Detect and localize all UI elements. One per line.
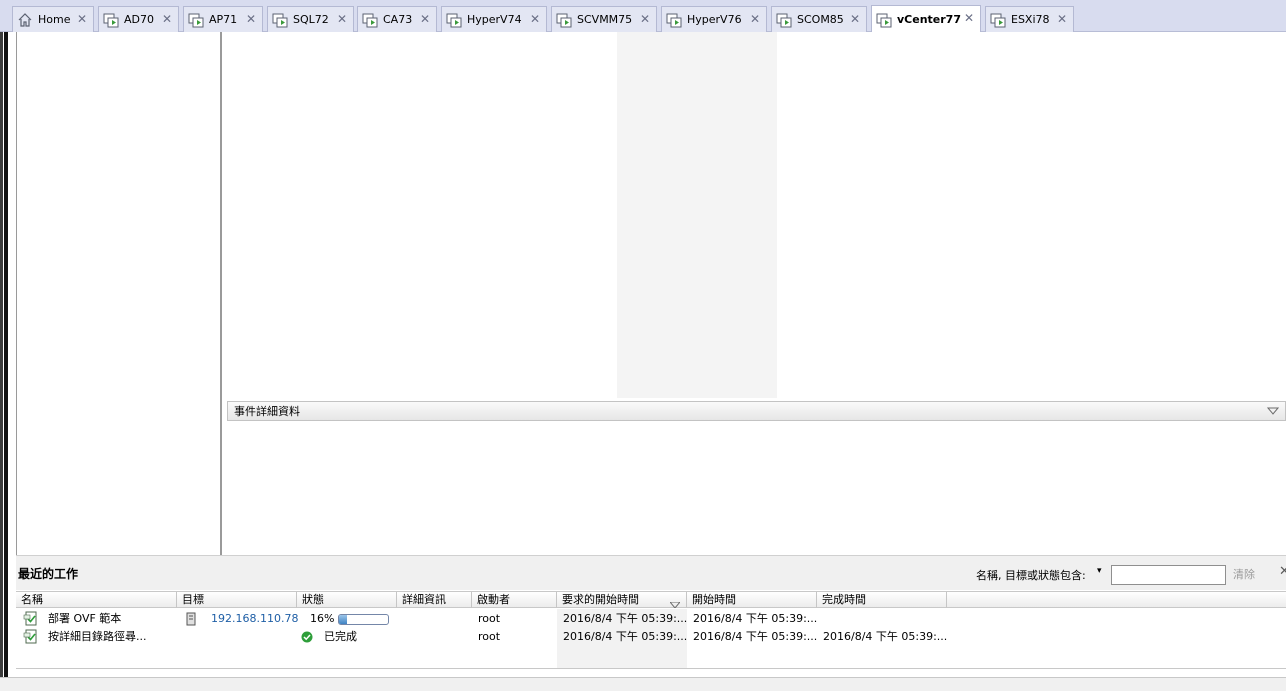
content-column bbox=[617, 32, 777, 398]
vm-console-icon bbox=[272, 12, 290, 28]
close-icon[interactable]: ✕ bbox=[750, 12, 760, 26]
task-initiator: root bbox=[478, 630, 501, 643]
tab-label: HyperV74 bbox=[467, 13, 522, 26]
task-start-time: 2016/8/4 下午 05:39:... bbox=[693, 630, 818, 643]
vm-console-icon bbox=[446, 12, 464, 28]
sort-descending-icon bbox=[668, 597, 682, 609]
close-icon[interactable]: ✕ bbox=[246, 12, 256, 26]
task-target-link[interactable]: 192.168.110.78 bbox=[211, 610, 298, 628]
tab-home[interactable]: Home ✕ bbox=[12, 6, 94, 32]
tab-sql72[interactable]: SQL72 ✕ bbox=[267, 6, 354, 32]
tab-scvmm75[interactable]: SCVMM75 ✕ bbox=[551, 6, 657, 32]
vm-console-icon bbox=[776, 12, 794, 28]
close-icon[interactable]: ✕ bbox=[850, 12, 860, 26]
vm-console-icon bbox=[556, 12, 574, 28]
tab-label: SQL72 bbox=[293, 13, 329, 26]
close-icon[interactable]: ✕ bbox=[162, 12, 172, 26]
task-requested-start: 2016/8/4 下午 05:39:... bbox=[563, 630, 688, 643]
status-bar bbox=[0, 677, 1286, 691]
task-progress-bar bbox=[338, 614, 389, 625]
recent-tasks-header: 最近的工作 名稱, 目標或狀態包含: ▾ 清除 ✕ bbox=[16, 555, 1286, 590]
filter-input[interactable] bbox=[1111, 565, 1226, 585]
table-row[interactable]: 按詳細目錄路徑尋... 已完成 root 2016/8/4 下午 05:39:.… bbox=[16, 628, 1286, 646]
column-header-details[interactable]: 詳細資訊 bbox=[397, 592, 472, 608]
tab-ad70[interactable]: AD70 ✕ bbox=[98, 6, 179, 32]
task-icon bbox=[23, 610, 39, 628]
recent-tasks-title: 最近的工作 bbox=[18, 567, 79, 581]
column-header-name[interactable]: 名稱 bbox=[16, 592, 177, 608]
vm-console-icon bbox=[103, 12, 121, 28]
tab-ca73[interactable]: CA73 ✕ bbox=[357, 6, 437, 32]
tab-esxi78[interactable]: ESXi78 ✕ bbox=[985, 6, 1074, 32]
vm-console-icon bbox=[362, 12, 380, 28]
tab-scom85[interactable]: SCOM85 ✕ bbox=[771, 6, 867, 32]
task-status: 已完成 bbox=[324, 630, 357, 643]
column-header-status[interactable]: 狀態 bbox=[297, 592, 397, 608]
inventory-nav-panel[interactable] bbox=[16, 32, 222, 555]
event-details-title: 事件詳細資料 bbox=[234, 405, 300, 418]
tab-label: AD70 bbox=[124, 13, 154, 26]
column-header-initiator[interactable]: 啟動者 bbox=[472, 592, 557, 608]
vm-console-icon bbox=[990, 12, 1008, 28]
task-initiator: root bbox=[478, 612, 501, 625]
tab-label: AP71 bbox=[209, 13, 238, 26]
tab-bar: Home ✕ AD70 ✕ AP71 ✕ SQL72 ✕ CA73 ✕ Hype… bbox=[0, 0, 1286, 33]
tab-hyperv76[interactable]: HyperV76 ✕ bbox=[661, 6, 767, 32]
tab-ap71[interactable]: AP71 ✕ bbox=[183, 6, 263, 32]
column-header-target[interactable]: 目標 bbox=[177, 592, 297, 608]
column-header-completed[interactable]: 完成時間 bbox=[817, 592, 947, 608]
task-requested-start: 2016/8/4 下午 05:39:... bbox=[563, 612, 688, 625]
close-icon[interactable]: ✕ bbox=[337, 12, 347, 26]
close-icon[interactable]: ✕ bbox=[640, 12, 650, 26]
panel-divider bbox=[16, 668, 1286, 669]
success-check-icon bbox=[301, 628, 313, 646]
vm-console-icon bbox=[876, 12, 894, 28]
window-edge-inner bbox=[4, 32, 8, 682]
tab-label: HyperV76 bbox=[687, 13, 742, 26]
recent-tasks-panel: 最近的工作 名稱, 目標或狀態包含: ▾ 清除 ✕ 名稱 目標 狀態 詳細資訊 … bbox=[16, 555, 1286, 677]
column-header-start[interactable]: 開始時間 bbox=[687, 592, 817, 608]
clear-button[interactable]: 清除 bbox=[1233, 566, 1255, 582]
task-name: 按詳細目錄路徑尋... bbox=[48, 630, 147, 643]
close-icon[interactable]: ✕ bbox=[1279, 564, 1286, 579]
task-icon bbox=[23, 628, 39, 646]
tab-label: SCVMM75 bbox=[577, 13, 633, 26]
progress-fill bbox=[339, 615, 347, 624]
home-icon bbox=[17, 12, 35, 28]
tab-label: CA73 bbox=[383, 13, 413, 26]
vm-console-icon bbox=[666, 12, 684, 28]
tab-label: SCOM85 bbox=[797, 13, 844, 26]
close-icon[interactable]: ✕ bbox=[420, 12, 430, 26]
column-header-label: 要求的開始時間 bbox=[562, 593, 639, 606]
vm-console-icon bbox=[188, 12, 206, 28]
close-icon[interactable]: ✕ bbox=[530, 12, 540, 26]
close-icon[interactable]: ✕ bbox=[964, 11, 974, 25]
tasks-grid-header: 名稱 目標 狀態 詳細資訊 啟動者 要求的開始時間 開始時間 完成時間 bbox=[16, 591, 1286, 609]
tab-label: Home bbox=[38, 13, 71, 26]
close-icon[interactable]: ✕ bbox=[1057, 12, 1067, 26]
event-details-header[interactable]: 事件詳細資料 bbox=[227, 401, 1286, 421]
host-icon bbox=[186, 610, 196, 628]
filter-label: 名稱, 目標或狀態包含: bbox=[976, 569, 1086, 582]
column-header-requested-start[interactable]: 要求的開始時間 bbox=[557, 592, 687, 609]
tab-label: vCenter77 bbox=[897, 13, 961, 26]
tab-vcenter77[interactable]: vCenter77 ✕ bbox=[871, 5, 981, 33]
tab-hyperv74[interactable]: HyperV74 ✕ bbox=[441, 6, 547, 32]
table-row[interactable]: 部署 OVF 範本 192.168.110.78 16% root 2016/8… bbox=[16, 610, 1286, 628]
window-edge bbox=[0, 32, 3, 682]
tab-label: ESXi78 bbox=[1011, 13, 1050, 26]
main-content-area bbox=[224, 32, 1286, 555]
task-completed-time: 2016/8/4 下午 05:39:... bbox=[823, 630, 948, 643]
task-name: 部署 OVF 範本 bbox=[48, 612, 122, 625]
task-status: 16% bbox=[310, 612, 335, 625]
close-icon[interactable]: ✕ bbox=[77, 12, 87, 26]
filter-dropdown-icon[interactable]: ▾ bbox=[1097, 566, 1102, 576]
collapse-chevron-icon[interactable] bbox=[1266, 405, 1280, 417]
task-start-time: 2016/8/4 下午 05:39:... bbox=[693, 612, 818, 625]
